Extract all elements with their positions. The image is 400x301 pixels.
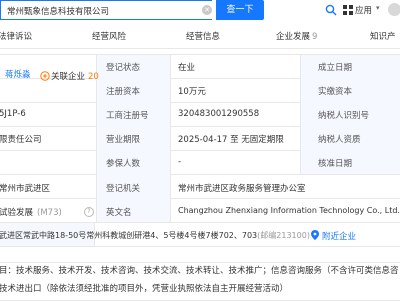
- label-status: 登记状态: [106, 63, 141, 73]
- value-english-name: Changzhou Zhenxiang Information Technolo…: [178, 206, 400, 215]
- label-registration-number: 工商注册号: [106, 111, 149, 121]
- tab-development[interactable]: 企业发展 9: [276, 30, 317, 42]
- location-icon: [311, 230, 319, 243]
- value-insured-count: -: [178, 157, 182, 167]
- value-registered-capital: 10万元: [178, 87, 206, 97]
- clear-icon[interactable]: ✕: [202, 5, 212, 15]
- label-established: 成立日期: [318, 63, 353, 73]
- value-registration-authority: 常州市武进区政务服务管理办公室: [178, 184, 306, 194]
- label-insured-count: 参保人数: [106, 159, 141, 169]
- search-query-text: 常州甄象信息科技有限公司: [7, 7, 110, 17]
- search-button[interactable]: 查一下: [216, 0, 264, 20]
- label-taxpayer-id: 纳税人识别号: [318, 111, 370, 121]
- value-industry-partial: 试验发展 (M73): [0, 208, 62, 218]
- label-paid-capital: 实缴资本: [318, 87, 353, 97]
- chevron-down-icon[interactable]: ▾: [376, 4, 380, 12]
- tab-risk[interactable]: 经营风险: [92, 30, 126, 42]
- related-companies-link[interactable]: 关联企业 20: [51, 70, 99, 82]
- value-company-type-partial: 限责任公司: [0, 135, 42, 145]
- value-registration-number: 320483001290558: [178, 109, 260, 119]
- label-business-term: 营业期限: [106, 135, 141, 145]
- label-english-name: 英文名: [106, 208, 132, 218]
- apps-grid-icon[interactable]: [343, 5, 353, 15]
- label-taxpayer-qualification: 纳税人资质: [318, 135, 361, 145]
- user-avatar-icon[interactable]: [388, 3, 400, 16]
- value-credit-code-partial: 5J1P-6: [0, 109, 26, 119]
- address-line: 武进区常武中路18-50号常州科教城创研港4、5号楼4号楼7楼702、703(邮…: [0, 230, 310, 241]
- business-scope-line-2: 技术进出口（除依法须经批准的项目外，凭营业执照依法自主开展经营活动）: [0, 284, 289, 294]
- tab-ip[interactable]: 知识产: [370, 30, 396, 42]
- industry-code-badge: (M73): [37, 208, 62, 218]
- value-region-partial: 常州市武进区: [0, 184, 51, 194]
- label-approval-date: 核准日期: [318, 159, 353, 169]
- value-business-term: 2025-04-17 至 无固定期限: [178, 135, 284, 145]
- search-input[interactable]: 常州甄象信息科技有限公司: [0, 0, 212, 20]
- label-registration-authority: 登记机关: [106, 184, 141, 194]
- tab-operation[interactable]: 经营信息: [186, 30, 220, 42]
- link-icon: [40, 71, 50, 81]
- search-icon[interactable]: [325, 4, 337, 16]
- business-scope-line-1: 目：技术服务、技术开发、技术咨询、技术交流、技术转让、技术推广；信息咨询服务（不…: [0, 266, 399, 276]
- nearby-companies-link[interactable]: 附近企业: [322, 230, 356, 242]
- postal-code: (邮编213100): [257, 231, 310, 240]
- info-icon[interactable]: ?: [84, 207, 94, 217]
- legal-representative-link[interactable]: 蒋烁淼: [5, 68, 31, 80]
- top-search-bar: 常州甄象信息科技有限公司 ✕ 查一下 应用 ▾: [0, 0, 400, 22]
- section-tabs: 法律诉讼 经营风险 经营信息 企业发展 9 知识产: [0, 26, 400, 49]
- tab-legal[interactable]: 法律诉讼: [0, 30, 32, 42]
- apps-menu-label[interactable]: 应用: [355, 4, 372, 16]
- value-status: 在业: [178, 63, 196, 73]
- label-registered-capital: 注册资本: [106, 87, 141, 97]
- address-text: 武进区常武中路18-50号常州科教城创研港4、5号楼4号楼7楼702、703: [0, 231, 258, 240]
